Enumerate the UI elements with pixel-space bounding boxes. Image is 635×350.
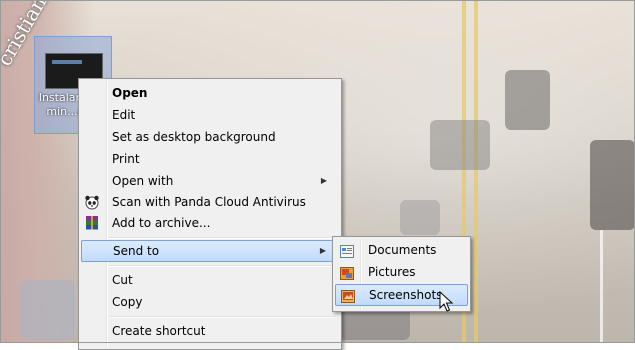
panda-icon	[84, 194, 100, 210]
menu-item-label: Send to	[113, 244, 160, 258]
context-menu: Open Edit Set as desktop background Prin…	[78, 78, 342, 350]
menu-separator	[109, 237, 335, 239]
menu-item-label: Create shortcut	[112, 324, 206, 338]
menu-item-cut[interactable]: Cut	[81, 269, 337, 291]
menu-item-open[interactable]: Open	[81, 82, 337, 104]
menu-item-copy[interactable]: Copy	[81, 291, 337, 313]
menu-item-label: Open	[112, 86, 148, 100]
menu-separator	[109, 265, 335, 267]
wallpaper-car	[400, 200, 440, 235]
menu-item-label: Copy	[112, 295, 143, 309]
menu-item-set-desktop-background[interactable]: Set as desktop background	[81, 126, 337, 148]
wallpaper-car	[590, 140, 635, 230]
submenu-item-label: Documents	[368, 243, 437, 257]
documents-library-icon	[340, 243, 354, 258]
submenu-item-label: Screenshots	[369, 288, 443, 302]
send-to-pictures[interactable]: Pictures	[335, 261, 466, 283]
menu-item-label: Cut	[112, 273, 133, 287]
menu-item-add-to-archive[interactable]: Add to archive...	[81, 212, 337, 234]
wallpaper-car	[505, 70, 550, 130]
submenu-arrow-icon: ▶	[320, 176, 327, 185]
send-to-documents[interactable]: Documents	[335, 239, 466, 261]
mouse-cursor-icon	[439, 290, 455, 313]
menu-item-send-to[interactable]: Send to ▶	[81, 240, 337, 262]
menu-item-edit[interactable]: Edit	[81, 104, 337, 126]
menu-item-open-with[interactable]: Open with ▶	[81, 170, 337, 192]
submenu-item-label: Pictures	[368, 265, 416, 279]
pictures-library-icon	[340, 265, 354, 280]
menu-item-print[interactable]: Print	[81, 148, 337, 170]
wallpaper-car	[20, 280, 75, 340]
winrar-icon	[84, 215, 100, 231]
menu-separator	[109, 316, 335, 318]
menu-item-label: Open with	[112, 174, 174, 188]
menu-item-label: Edit	[112, 108, 136, 122]
menu-item-scan-panda[interactable]: Scan with Panda Cloud Antivirus	[81, 191, 337, 213]
wallpaper-car	[430, 120, 490, 170]
menu-item-create-shortcut[interactable]: Create shortcut	[81, 320, 337, 342]
menu-item-label: Add to archive...	[112, 216, 211, 230]
menu-item-label: Scan with Panda Cloud Antivirus	[112, 195, 306, 209]
submenu-arrow-icon: ▶	[319, 246, 326, 255]
menu-item-label: Set as desktop background	[112, 130, 276, 144]
wallpaper-road-line	[474, 0, 478, 343]
wallpaper-lane	[600, 230, 603, 343]
screenshots-folder-icon	[341, 289, 355, 303]
menu-item-label: Print	[112, 152, 140, 166]
